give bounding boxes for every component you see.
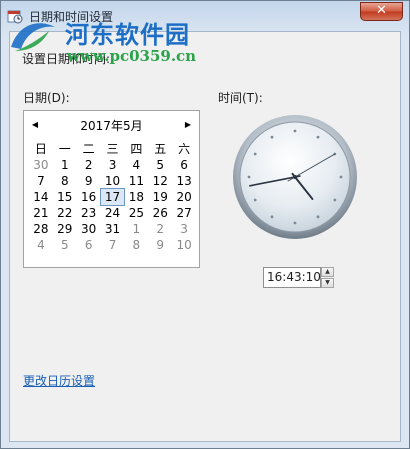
calendar-day[interactable]: 28 xyxy=(29,221,53,237)
calendar-day[interactable]: 7 xyxy=(29,173,53,189)
calendar-day[interactable]: 5 xyxy=(53,237,77,253)
calendar-day[interactable]: 1 xyxy=(53,157,77,173)
calendar-day[interactable]: 5 xyxy=(148,157,172,173)
weekday-label: 一 xyxy=(58,142,71,156)
calendar-day[interactable]: 22 xyxy=(53,205,77,221)
hour-marker xyxy=(333,198,337,202)
calendar-day[interactable]: 23 xyxy=(77,205,101,221)
time-input[interactable]: 16:43:10 xyxy=(263,267,321,288)
date-time-settings-window: 日期和时间设置 ✕ 设置日期和时间: 日期(D): 时间(T): 2017年5月… xyxy=(0,0,410,449)
calendar-day[interactable]: 31 xyxy=(101,221,125,237)
calendar-week-row: 30 1 2 3 4 5 6 xyxy=(29,157,196,173)
calendar-day[interactable]: 21 xyxy=(29,205,53,221)
calendar-day[interactable]: 24 xyxy=(101,205,125,221)
weekday-header-row: 日一二三四五六 xyxy=(29,141,196,157)
calendar-day[interactable]: 13 xyxy=(172,173,196,189)
calendar-day[interactable]: 19 xyxy=(148,189,172,205)
calendar-week-row: 4 5 6 7 8 9 10 xyxy=(29,237,196,253)
calendar-day[interactable]: 25 xyxy=(124,205,148,221)
weekday-label: 三 xyxy=(106,142,119,156)
calendar-day[interactable]: 11 xyxy=(124,173,148,189)
calendar-week-row: 7 8 9 10 11 12 13 xyxy=(29,173,196,189)
hour-marker xyxy=(316,135,320,139)
calendar-day[interactable]: 30 xyxy=(77,221,101,237)
next-month-icon[interactable]: ▶ xyxy=(183,119,193,131)
hour-marker xyxy=(247,175,251,179)
hour-marker xyxy=(293,221,297,225)
calendar-day[interactable]: 9 xyxy=(77,173,101,189)
calendar-day[interactable]: 17 xyxy=(99,188,126,206)
hour-marker xyxy=(293,129,297,133)
weekday-label: 四 xyxy=(130,142,143,156)
calendar-day[interactable]: 8 xyxy=(53,173,77,189)
date-label: 日期(D): xyxy=(23,91,70,105)
calendar-day[interactable]: 30 xyxy=(29,157,53,173)
spin-up-button[interactable]: ▲ xyxy=(321,267,334,277)
calendar-week-row: 21 22 23 24 25 26 27 xyxy=(29,205,196,221)
close-button[interactable]: ✕ xyxy=(360,2,403,21)
calendar-day[interactable]: 2 xyxy=(77,157,101,173)
calendar-day[interactable]: 4 xyxy=(29,237,53,253)
calendar-day[interactable]: 6 xyxy=(77,237,101,253)
calendar-day[interactable]: 4 xyxy=(124,157,148,173)
spin-down-button[interactable]: ▼ xyxy=(321,278,334,288)
calendar-grid: 日一二三四五六 30 1 2 3 4 5 6 7 8 9 10 11 12 13 14 15 16 17 18 19 20… xyxy=(29,141,196,253)
calendar-day[interactable]: 3 xyxy=(101,157,125,173)
weekday-label: 二 xyxy=(82,142,95,156)
calendar-week-row: 28 29 30 31 1 2 3 xyxy=(29,221,196,237)
calendar-week-row: 14 15 16 17 18 19 20 xyxy=(29,188,196,206)
calendar-day[interactable]: 6 xyxy=(172,157,196,173)
calendar-day[interactable]: 12 xyxy=(148,173,172,189)
calendar-day[interactable]: 27 xyxy=(172,205,196,221)
hour-marker xyxy=(339,175,343,179)
calendar-day[interactable]: 20 xyxy=(172,189,196,205)
calendar-day[interactable]: 1 xyxy=(124,221,148,237)
calendar-header: 2017年5月 ◀ ▶ xyxy=(24,117,199,133)
calendar-month-title[interactable]: 2017年5月 xyxy=(24,117,199,134)
calendar-day[interactable]: 10 xyxy=(172,237,196,253)
calendar-day[interactable]: 15 xyxy=(53,189,77,205)
hour-marker xyxy=(270,215,274,219)
previous-month-icon[interactable]: ◀ xyxy=(30,119,40,131)
hour-marker xyxy=(253,198,257,202)
calendar-day[interactable]: 26 xyxy=(148,205,172,221)
hour-marker xyxy=(253,152,257,156)
weekday-label: 五 xyxy=(154,142,167,156)
watermark-site-name: 河东软件园 xyxy=(65,20,190,49)
calendar-day[interactable]: 8 xyxy=(124,237,148,253)
hour-marker xyxy=(270,135,274,139)
analog-clock xyxy=(233,115,357,239)
change-calendar-settings-link[interactable]: 更改日历设置 xyxy=(23,372,95,389)
weekday-label: 日 xyxy=(34,142,47,156)
calendar-day[interactable]: 9 xyxy=(148,237,172,253)
calendar-day[interactable]: 16 xyxy=(77,189,101,205)
watermark-url: www.pc0359.cn xyxy=(67,47,197,65)
calendar-day[interactable]: 14 xyxy=(29,189,53,205)
calendar-day[interactable]: 18 xyxy=(124,189,148,205)
dialog-content: 设置日期和时间: 日期(D): 时间(T): 2017年5月 ◀ ▶ 日一二三四… xyxy=(9,31,401,442)
calendar-day[interactable]: 7 xyxy=(101,237,125,253)
watermark-logo xyxy=(11,23,55,51)
weekday-label: 六 xyxy=(178,142,191,156)
time-label: 时间(T): xyxy=(218,91,263,105)
time-spinner: ▲ ▼ xyxy=(321,267,334,288)
calendar-day[interactable]: 2 xyxy=(148,221,172,237)
calendar-day[interactable]: 3 xyxy=(172,221,196,237)
title-bar[interactable]: 日期和时间设置 ✕ xyxy=(1,1,409,31)
month-calendar[interactable]: 2017年5月 ◀ ▶ 日一二三四五六 30 1 2 3 4 5 6 7 8 9 10 11 12 13 14… xyxy=(23,110,200,268)
calendar-day[interactable]: 29 xyxy=(53,221,77,237)
calendar-day[interactable]: 10 xyxy=(101,173,125,189)
hour-marker xyxy=(316,215,320,219)
clock-center xyxy=(293,175,297,179)
